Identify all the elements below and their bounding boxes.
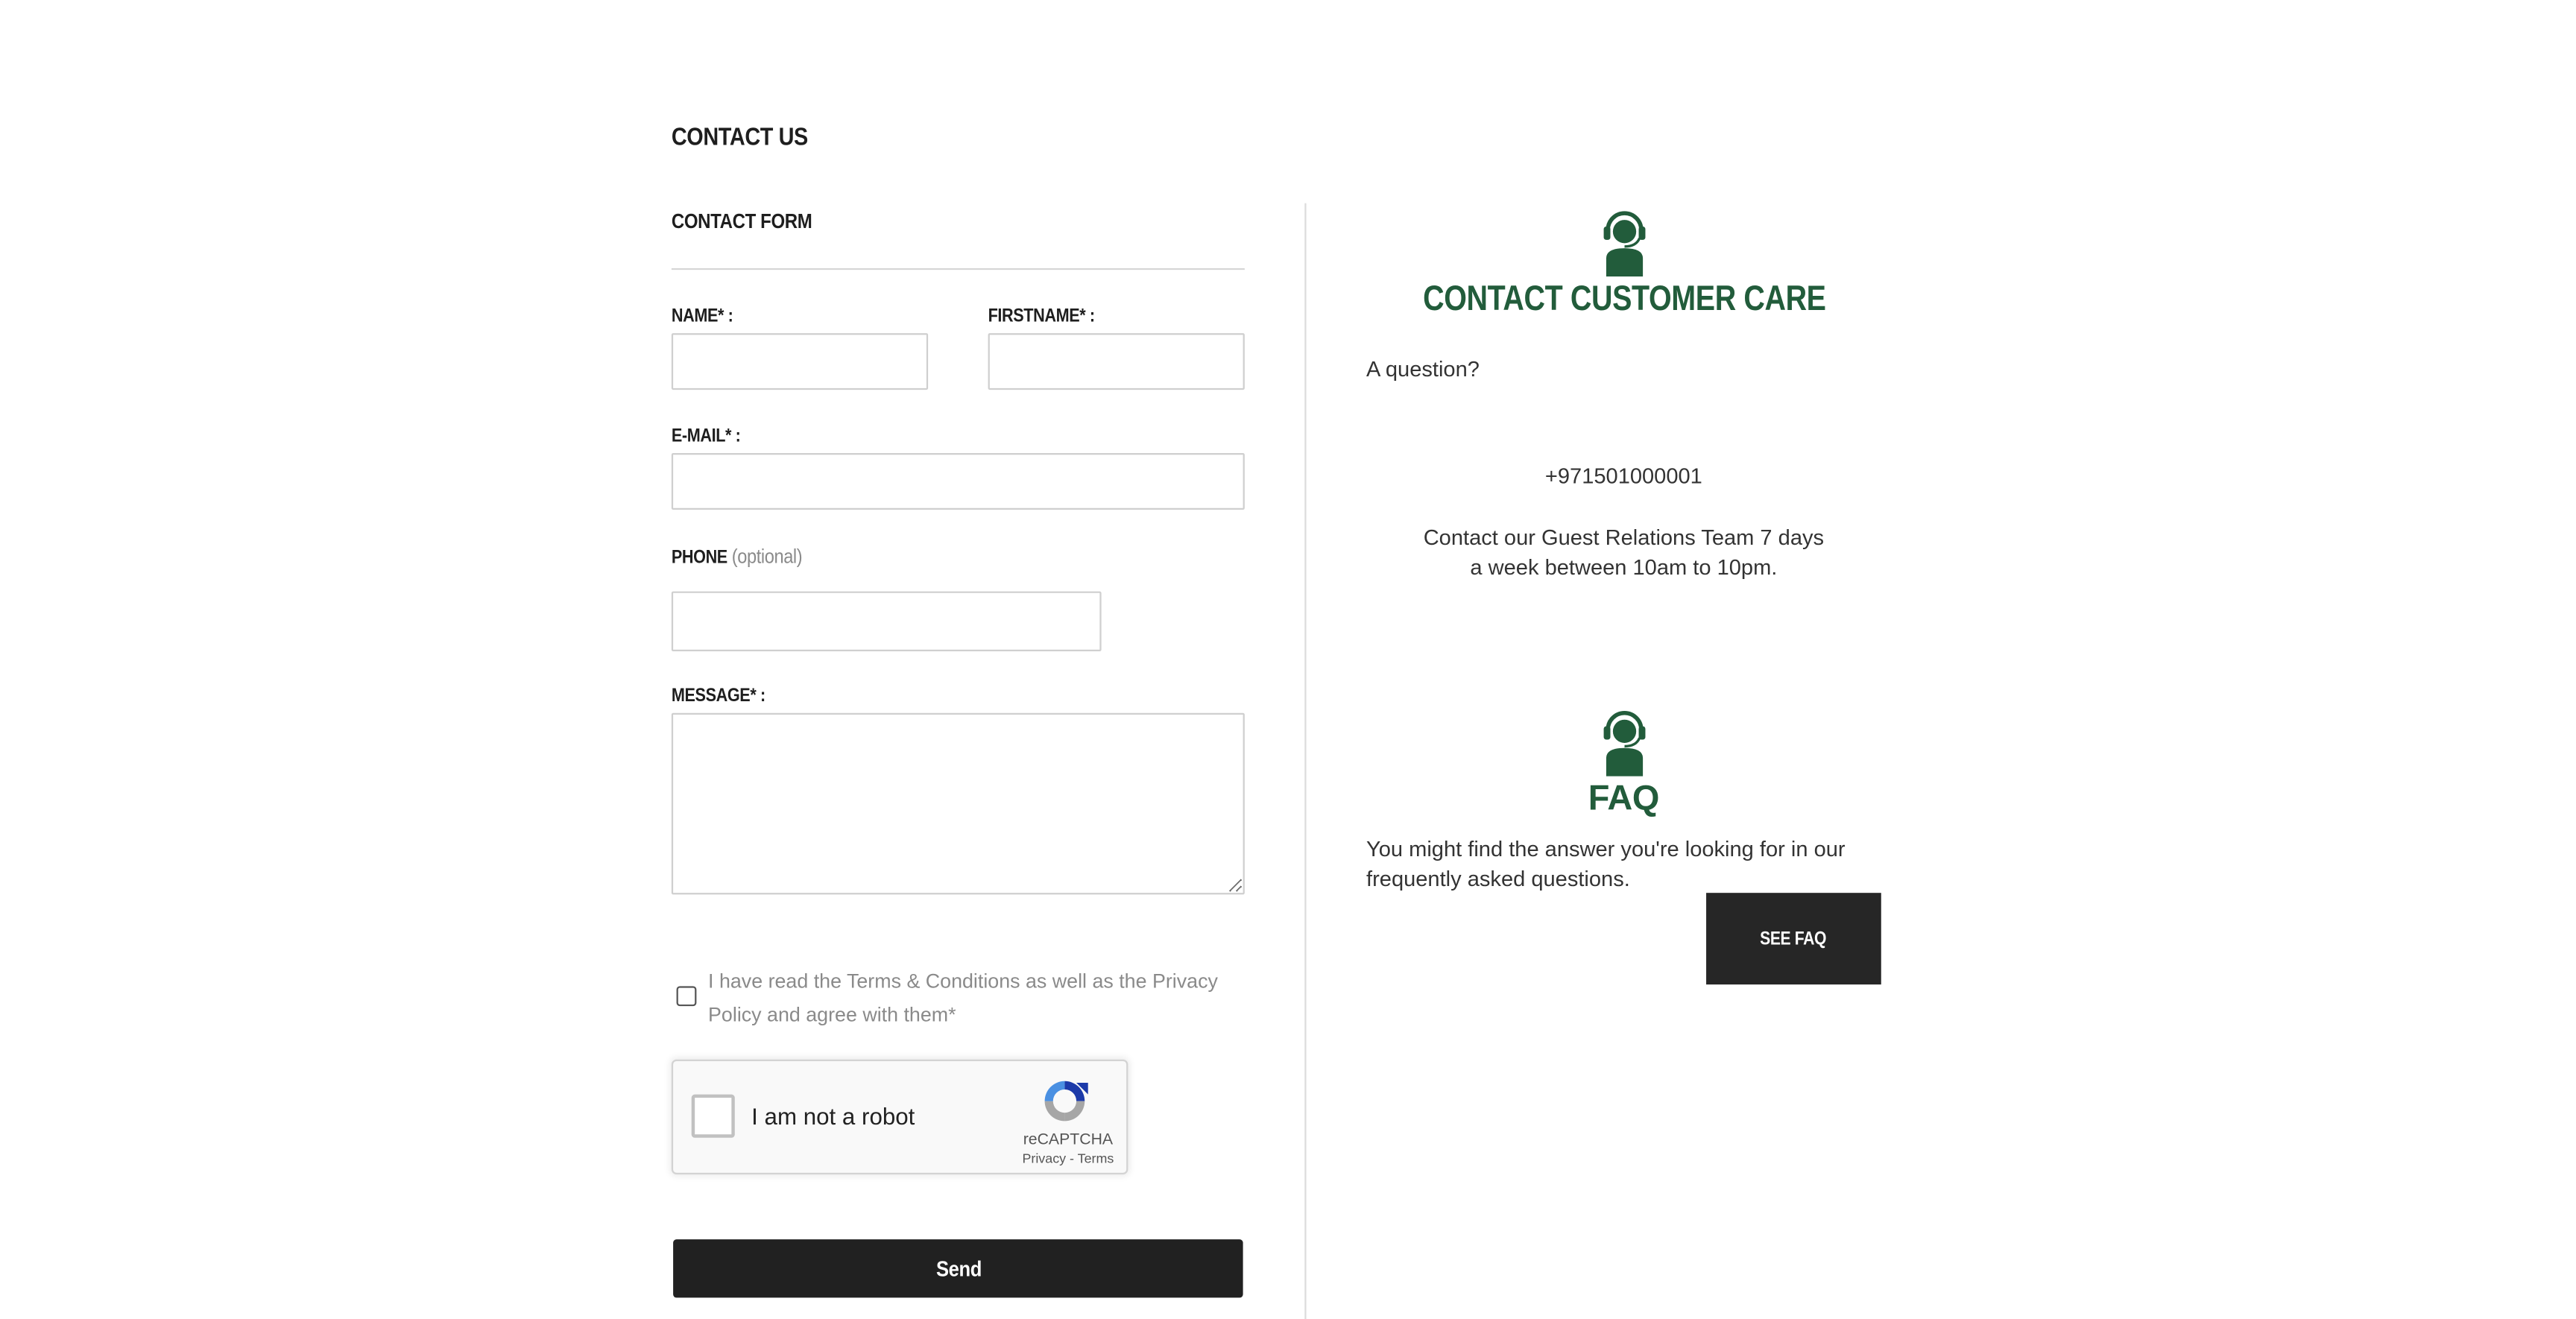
firstname-label: FIRSTNAME* : bbox=[988, 306, 1096, 327]
faq-agent-icon bbox=[1603, 710, 1646, 776]
customer-care-title-text: CONTACT CUSTOMER CARE bbox=[1422, 279, 1825, 318]
question-text: A question? bbox=[1366, 356, 1480, 382]
email-label: E-MAIL* : bbox=[671, 426, 741, 447]
customer-care-title: CONTACT CUSTOMER CARE bbox=[1366, 280, 1881, 320]
message-textarea[interactable] bbox=[671, 712, 1245, 895]
recaptcha-privacy-terms-links[interactable]: Privacy - Terms bbox=[1000, 1151, 1136, 1166]
care-phone-number[interactable]: +971501000001 bbox=[1366, 463, 1881, 488]
care-hours-text: Contact our Guest Relations Team 7 days … bbox=[1423, 525, 1825, 580]
recaptcha-widget: I am not a robot reCAPTCHA Privacy - Ter… bbox=[671, 1059, 1128, 1174]
message-label: MESSAGE* : bbox=[671, 686, 765, 706]
form-divider bbox=[671, 268, 1245, 271]
page-title: CONTACT US bbox=[671, 123, 808, 152]
see-faq-button[interactable]: SEE FAQ bbox=[1706, 893, 1881, 985]
phone-label-text: PHONE bbox=[671, 548, 727, 569]
faq-description: You might find the answer you're looking… bbox=[1366, 836, 1846, 891]
faq-title: FAQ bbox=[1588, 779, 1660, 818]
see-faq-button-label: SEE FAQ bbox=[1760, 929, 1827, 949]
column-divider bbox=[1304, 203, 1307, 1319]
phone-label: PHONE (optional) bbox=[671, 544, 803, 569]
phone-optional-hint: (optional) bbox=[731, 544, 803, 569]
terms-checkbox[interactable] bbox=[676, 986, 697, 1007]
phone-input[interactable] bbox=[671, 591, 1102, 652]
recaptcha-brand: reCAPTCHA bbox=[1023, 1130, 1114, 1150]
email-input[interactable] bbox=[671, 453, 1245, 510]
firstname-input[interactable] bbox=[988, 333, 1245, 390]
customer-care-agent-icon bbox=[1603, 211, 1646, 277]
recaptcha-checkbox[interactable] bbox=[691, 1094, 735, 1138]
recaptcha-label: I am not a robot bbox=[751, 1102, 915, 1130]
send-button-label: Send bbox=[935, 1256, 981, 1282]
name-input[interactable] bbox=[671, 333, 929, 390]
terms-label: I have read the Terms & Conditions as we… bbox=[708, 970, 1218, 1027]
send-button[interactable]: Send bbox=[673, 1239, 1243, 1298]
name-label: NAME* : bbox=[671, 306, 733, 327]
recaptcha-logo-icon bbox=[1044, 1081, 1088, 1122]
contact-form-title: CONTACT FORM bbox=[671, 209, 812, 233]
